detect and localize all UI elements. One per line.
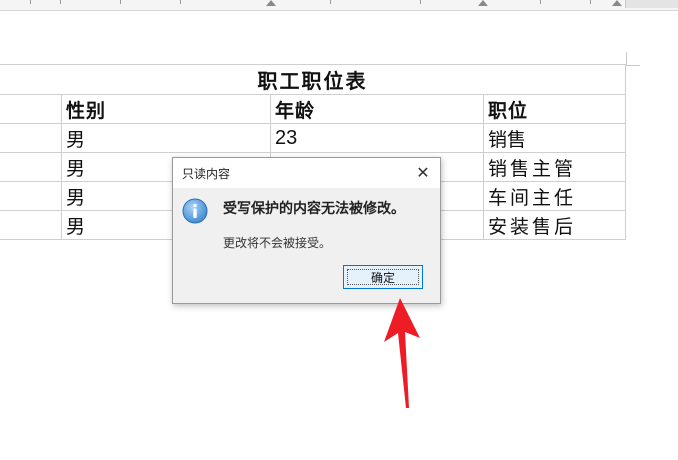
read-only-dialog: 只读内容 ✕ 受写保护的内容无法被修改。 更改将不会被接受。 确定 xyxy=(172,157,441,304)
cell-position[interactable]: 安装售后 xyxy=(483,210,626,240)
table-title[interactable]: 职工职位表 xyxy=(0,64,626,95)
table-title-row: 职工职位表 xyxy=(0,64,626,95)
table-header-row: 性别 年龄 职位 xyxy=(0,94,626,124)
table-cell[interactable] xyxy=(0,181,62,211)
close-icon[interactable]: ✕ xyxy=(412,162,434,184)
horizontal-ruler xyxy=(0,0,678,11)
dialog-title: 只读内容 xyxy=(182,167,231,181)
ruler-tick xyxy=(590,0,591,4)
header-position[interactable]: 职位 xyxy=(483,94,626,124)
ruler-tick xyxy=(60,0,61,4)
cell-age[interactable]: 23 xyxy=(270,123,484,153)
ruler-tick xyxy=(180,0,181,4)
cell-position[interactable]: 车间主任 xyxy=(483,181,626,211)
margin-guide xyxy=(626,52,627,66)
table-cell[interactable] xyxy=(0,123,62,153)
table-cell[interactable] xyxy=(0,152,62,182)
ruler-tick xyxy=(30,0,31,4)
header-gender[interactable]: 性别 xyxy=(61,94,271,124)
ruler-tick xyxy=(330,0,331,4)
header-age[interactable]: 年龄 xyxy=(270,94,484,124)
table-cell[interactable] xyxy=(0,210,62,240)
cell-position[interactable]: 销售 xyxy=(483,123,626,153)
ruler-tick xyxy=(120,0,121,4)
ruler-indent-marker[interactable] xyxy=(478,0,488,6)
dialog-detail: 更改将不会被接受。 xyxy=(223,236,332,250)
table-cell[interactable] xyxy=(0,94,62,124)
cell-gender[interactable]: 男 xyxy=(61,123,271,153)
ruler-tick xyxy=(540,0,541,4)
ruler-indent-marker[interactable] xyxy=(266,0,276,6)
ok-button[interactable]: 确定 xyxy=(343,265,423,289)
dialog-message: 受写保护的内容无法被修改。 xyxy=(223,201,405,217)
info-icon xyxy=(182,198,208,224)
cell-position[interactable]: 销售主管 xyxy=(483,152,626,182)
dialog-titlebar[interactable]: 只读内容 ✕ xyxy=(173,158,440,188)
margin-guide xyxy=(626,65,640,66)
table-row: 男 23 销售 xyxy=(0,123,626,153)
ok-button-label: 确定 xyxy=(370,270,395,285)
ruler-indent-marker[interactable] xyxy=(612,0,622,6)
ruler-tick xyxy=(420,0,421,4)
ruler-end-block xyxy=(625,0,678,8)
red-arrow-icon xyxy=(384,298,420,408)
